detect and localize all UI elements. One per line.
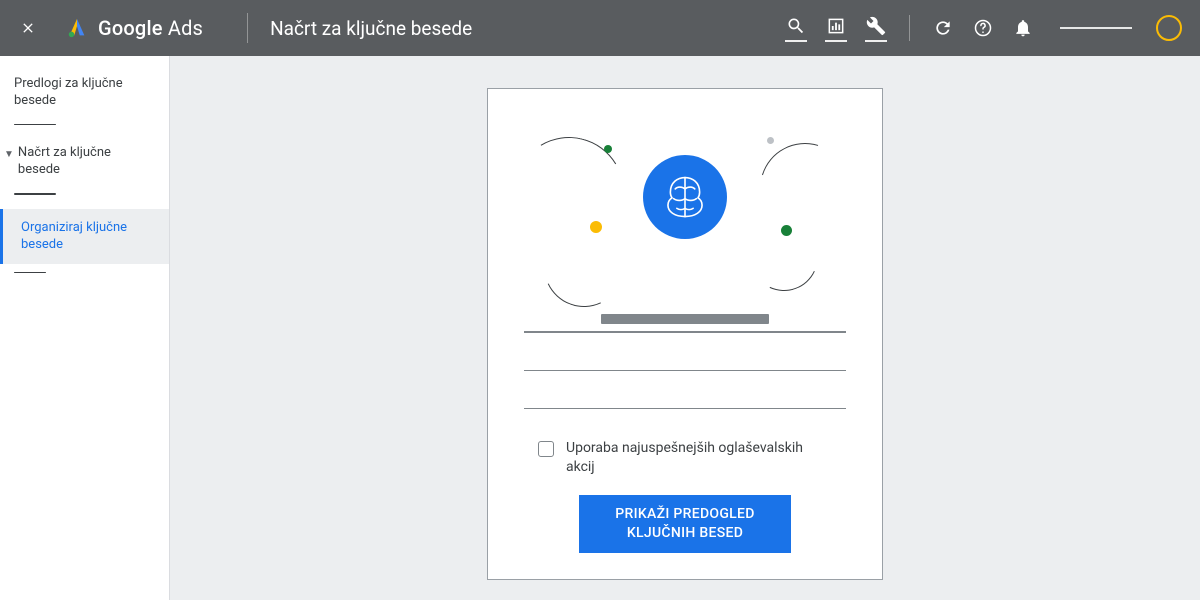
- brain-icon: [643, 155, 727, 239]
- brand-name: Google Ads: [98, 16, 203, 40]
- text-input[interactable]: [524, 383, 846, 409]
- tools-button[interactable]: [865, 12, 887, 44]
- close-icon: [20, 20, 36, 36]
- checkbox-row: Uporaba najuspešnejših oglaševalskih akc…: [524, 439, 846, 477]
- close-button[interactable]: [18, 18, 38, 38]
- organize-card: Uporaba najuspešnejših oglaševalskih akc…: [487, 88, 883, 580]
- product-logo: Google Ads: [66, 16, 203, 40]
- reports-icon: [826, 16, 846, 36]
- refresh-button[interactable]: [932, 17, 954, 39]
- text-input-primary[interactable]: [524, 307, 846, 333]
- sidebar-item-suggestions[interactable]: Predlogi za ključne besede: [0, 70, 169, 116]
- notifications-icon: [1013, 18, 1033, 38]
- header-separator: [247, 13, 248, 43]
- tools-icon: [866, 16, 886, 36]
- sidebar-item-plan[interactable]: ▼ Načrt za ključne besede: [0, 139, 169, 185]
- placeholder-bar: [601, 314, 769, 324]
- use-best-campaigns-checkbox[interactable]: [538, 441, 554, 457]
- refresh-icon: [933, 18, 953, 38]
- sidebar: Predlogi za ključne besede ▼ Načrt za kl…: [0, 56, 170, 600]
- help-button[interactable]: [972, 17, 994, 39]
- search-icon: [786, 16, 806, 36]
- account-avatar[interactable]: [1156, 15, 1182, 41]
- ads-logo-icon: [66, 17, 88, 39]
- page-title: Načrt za ključne besede: [270, 17, 472, 40]
- sidebar-divider: [14, 272, 46, 274]
- notifications-button[interactable]: [1012, 17, 1034, 39]
- sidebar-item-label: Načrt za ključne besede: [18, 145, 155, 179]
- sidebar-item-organize[interactable]: Organiziraj ključne besede: [0, 209, 169, 264]
- text-input[interactable]: [524, 345, 846, 371]
- checkbox-label: Uporaba najuspešnejših oglaševalskih akc…: [566, 439, 832, 477]
- help-icon: [973, 18, 993, 38]
- chevron-down-icon: ▼: [4, 148, 14, 161]
- input-stack: [524, 307, 846, 409]
- header-icon-tray: [785, 12, 1182, 44]
- preview-keywords-button[interactable]: PRIKAŽI PREDOGLED KLJUČNIH BESED: [579, 495, 791, 553]
- card-illustration: [524, 115, 846, 279]
- sidebar-divider: [14, 193, 56, 195]
- account-selector[interactable]: [1060, 27, 1132, 29]
- search-button[interactable]: [785, 12, 807, 44]
- app-header: Google Ads Načrt za ključne besede: [0, 0, 1200, 56]
- sidebar-divider: [14, 124, 56, 126]
- reports-button[interactable]: [825, 12, 847, 44]
- main-content: Uporaba najuspešnejših oglaševalskih akc…: [170, 56, 1200, 600]
